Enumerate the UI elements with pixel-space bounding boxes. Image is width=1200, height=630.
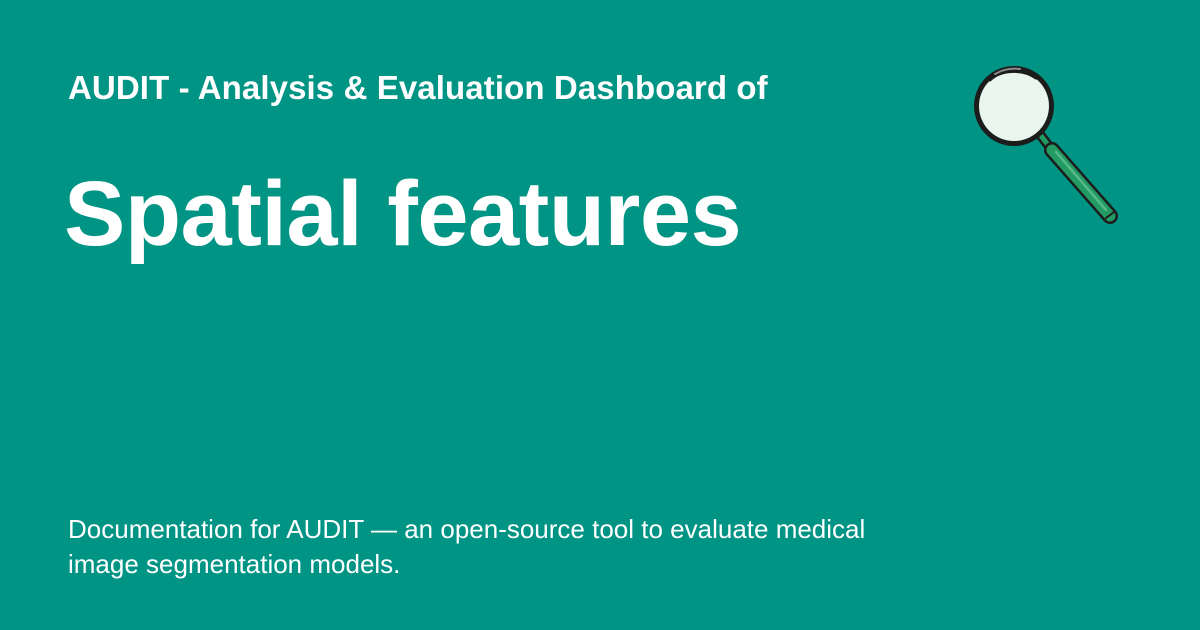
social-card: AUDIT - Analysis & Evaluation Dashboard …: [0, 0, 1200, 630]
magnifying-glass-icon: [974, 66, 1118, 224]
page-description: Documentation for AUDIT — an open-source…: [68, 514, 866, 579]
magnifier-lens: [974, 66, 1054, 146]
site-title: AUDIT - Analysis & Evaluation Dashboard …: [68, 69, 768, 106]
page-title: Spatial features: [64, 163, 742, 265]
magnifier-handle: [1033, 127, 1118, 224]
